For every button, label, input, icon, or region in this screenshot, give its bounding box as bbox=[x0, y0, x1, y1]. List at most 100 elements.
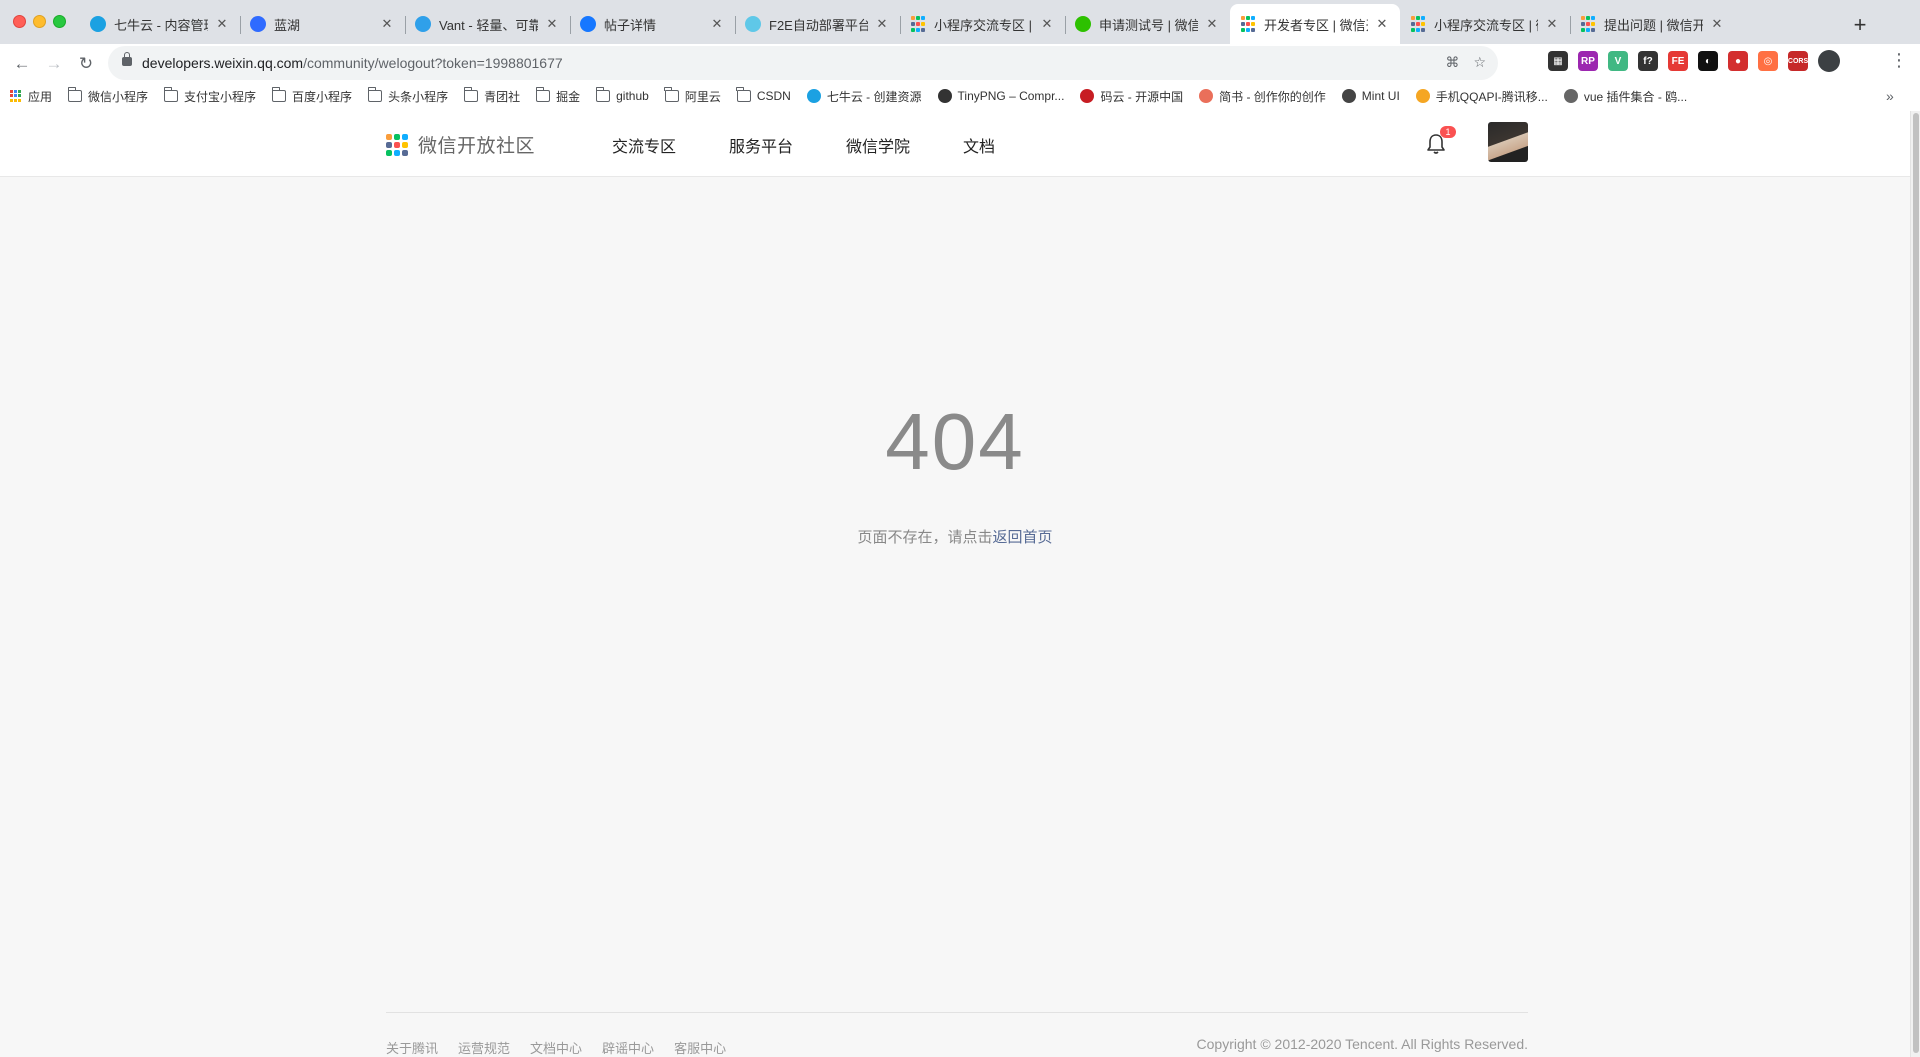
window-maximize-button[interactable] bbox=[53, 15, 66, 28]
logo-dot bbox=[394, 133, 400, 140]
tab-close-icon[interactable]: ✕ bbox=[874, 16, 890, 32]
footer-link-support[interactable]: 客服中心 bbox=[674, 1038, 726, 1057]
tab-close-icon[interactable]: ✕ bbox=[1544, 16, 1560, 32]
browser-tab[interactable]: 提出问题 | 微信开放 ✕ bbox=[1570, 8, 1735, 40]
forward-icon[interactable]: → bbox=[40, 50, 68, 78]
bookmark-label: CSDN bbox=[756, 89, 791, 103]
bookmark-item[interactable]: 七牛云 - 创建资源 bbox=[806, 88, 922, 105]
bookmark-item[interactable]: 应用 bbox=[10, 88, 52, 105]
window-close-button[interactable] bbox=[13, 15, 26, 28]
bookmark-label: 码云 - 开源中国 bbox=[1100, 89, 1184, 104]
qr-extension-icon[interactable]: ▦ bbox=[1548, 51, 1568, 71]
browser-menu-icon[interactable]: ⋮ bbox=[1890, 50, 1908, 71]
bookmark-label: github bbox=[616, 89, 649, 103]
nav-item-docs[interactable]: 文档 bbox=[963, 133, 995, 157]
bookmark-item[interactable]: 简书 - 创作你的创作 bbox=[1199, 88, 1326, 105]
tab-close-icon[interactable]: ✕ bbox=[544, 16, 560, 32]
dark-extension-icon[interactable]: ◐ bbox=[1698, 51, 1718, 71]
cors-extension-icon[interactable]: CORS bbox=[1788, 51, 1808, 71]
rp-extension-icon[interactable]: RP bbox=[1578, 51, 1598, 71]
browser-tab[interactable]: 开发者专区 | 微信开 ✕ bbox=[1230, 4, 1400, 44]
bookmark-item[interactable]: 掘金 bbox=[535, 87, 580, 105]
browser-tab[interactable]: 申请测试号 | 微信开 ✕ bbox=[1065, 8, 1230, 40]
site-logo[interactable]: 微信开放社区 bbox=[386, 131, 535, 158]
bookmark-item[interactable]: 青团社 bbox=[463, 87, 521, 105]
tab-close-icon[interactable]: ✕ bbox=[379, 16, 395, 32]
window-minimize-button[interactable] bbox=[33, 15, 46, 28]
footer-link-about[interactable]: 关于腾讯 bbox=[386, 1038, 438, 1057]
footer-link-rules[interactable]: 运营规范 bbox=[458, 1038, 510, 1057]
page-scrollbar[interactable] bbox=[1910, 111, 1920, 1057]
bookmark-item[interactable]: 微信小程序 bbox=[67, 87, 148, 105]
browser-tab[interactable]: Vant - 轻量、可靠的 ✕ bbox=[405, 8, 570, 40]
browser-tab[interactable]: F2E自动部署平台 ✕ bbox=[735, 8, 900, 40]
bookmark-item[interactable]: 阿里云 bbox=[664, 87, 721, 105]
tab-close-icon[interactable]: ✕ bbox=[709, 16, 725, 32]
error-message-text: 页面不存在，请点击 bbox=[857, 529, 993, 546]
scrollbar-thumb[interactable] bbox=[1913, 113, 1919, 1053]
avatar[interactable] bbox=[1488, 122, 1528, 162]
lock-icon bbox=[122, 52, 132, 66]
site-favicon-icon bbox=[937, 89, 952, 103]
back-icon[interactable]: ← bbox=[8, 50, 36, 78]
tab-close-icon[interactable]: ✕ bbox=[1374, 16, 1390, 32]
nav-item-services[interactable]: 服务平台 bbox=[729, 133, 793, 157]
wechat-favicon-icon bbox=[1075, 16, 1091, 32]
tab-title: 蓝湖 bbox=[274, 17, 301, 33]
fehelper-extension-icon[interactable]: FE bbox=[1668, 51, 1688, 71]
browser-tab[interactable]: 小程序交流专区 | 微 ✕ bbox=[1400, 8, 1570, 40]
address-url[interactable]: developers.weixin.qq.com/community/welog… bbox=[142, 55, 563, 71]
tab-close-icon[interactable]: ✕ bbox=[214, 16, 230, 32]
notification-badge: 1 bbox=[1440, 126, 1456, 138]
folder-icon bbox=[163, 87, 179, 102]
extensions-bar: ▦ RP Vf? FE ◐ ● ◎ CORS bbox=[1548, 50, 1840, 72]
bookmark-item[interactable]: TinyPNG – Compr... bbox=[937, 89, 1065, 103]
react-favicon-icon bbox=[745, 16, 761, 32]
browser-tab[interactable]: 帖子详情 ✕ bbox=[570, 8, 735, 40]
bookmark-label: 应用 bbox=[28, 89, 53, 104]
bookmark-item[interactable]: 码云 - 开源中国 bbox=[1080, 88, 1183, 105]
main-nav: 交流专区 服务平台 微信学院 文档 bbox=[612, 133, 1048, 157]
bookmark-item[interactable]: vue 插件集合 - 鸥... bbox=[1563, 88, 1687, 105]
site-favicon-icon bbox=[1415, 89, 1430, 103]
footer-link-rumor[interactable]: 辟谣中心 bbox=[602, 1038, 654, 1057]
address-bar[interactable]: developers.weixin.qq.com/community/welog… bbox=[108, 46, 1498, 80]
tab-title: 提出问题 | 微信开放 bbox=[1604, 17, 1703, 33]
bookmark-label: 青团社 bbox=[484, 89, 521, 104]
tab-close-icon[interactable]: ✕ bbox=[1204, 16, 1220, 32]
bookmarks-overflow-icon[interactable]: » bbox=[1886, 88, 1894, 104]
footer-link-docs[interactable]: 文档中心 bbox=[530, 1038, 582, 1057]
new-tab-button[interactable]: + bbox=[1848, 12, 1872, 38]
logo-dot bbox=[386, 141, 392, 148]
translate-icon[interactable]: ⌘ bbox=[1445, 54, 1459, 71]
tab-close-icon[interactable]: ✕ bbox=[1039, 16, 1055, 32]
red-extension-icon[interactable]: ● bbox=[1728, 51, 1748, 71]
site-favicon-icon bbox=[1080, 89, 1095, 103]
bookmark-item[interactable]: 手机QQAPI-腾讯移... bbox=[1415, 88, 1548, 105]
bookmark-item[interactable]: 支付宝小程序 bbox=[163, 87, 256, 105]
reload-icon[interactable]: ↻ bbox=[72, 50, 100, 78]
browser-tab[interactable]: 蓝湖 ✕ bbox=[240, 8, 405, 40]
bookmark-item[interactable]: CSDN bbox=[736, 87, 791, 103]
bookmark-label: 头条小程序 bbox=[388, 89, 449, 104]
bookmark-item[interactable]: 头条小程序 bbox=[367, 87, 449, 105]
browser-tab[interactable]: 小程序交流专区 | 微 ✕ bbox=[900, 8, 1065, 40]
function-extension-icon[interactable]: f? bbox=[1638, 51, 1658, 71]
url-path: /community/welogout?token=1998801677 bbox=[303, 55, 563, 71]
return-home-link[interactable]: 返回首页 bbox=[993, 529, 1053, 546]
bookmark-item[interactable]: github bbox=[595, 87, 649, 103]
vue-devtools-icon[interactable]: V bbox=[1608, 51, 1628, 71]
tab-close-icon[interactable]: ✕ bbox=[1709, 16, 1725, 32]
tab-title: 申请测试号 | 微信开 bbox=[1099, 17, 1198, 33]
bookmarks-bar: 应用 微信小程序 支付宝小程序 百度小程序 头条小程序 青团社 掘金 github 阿里云 CSD… bbox=[10, 80, 1703, 112]
nav-item-community[interactable]: 交流专区 bbox=[612, 133, 676, 157]
profile-avatar-icon[interactable] bbox=[1818, 50, 1840, 72]
orange-extension-icon[interactable]: ◎ bbox=[1758, 51, 1778, 71]
browser-tab[interactable]: 七牛云 - 内容管理 ✕ bbox=[80, 8, 240, 40]
bookmark-label: TinyPNG – Compr... bbox=[957, 89, 1065, 103]
nav-item-academy[interactable]: 微信学院 bbox=[846, 133, 910, 157]
bookmark-item[interactable]: 百度小程序 bbox=[271, 87, 352, 105]
logo-dot bbox=[386, 149, 392, 156]
bookmark-item[interactable]: Mint UI bbox=[1341, 89, 1400, 103]
bookmark-star-icon[interactable]: ☆ bbox=[1473, 54, 1486, 71]
